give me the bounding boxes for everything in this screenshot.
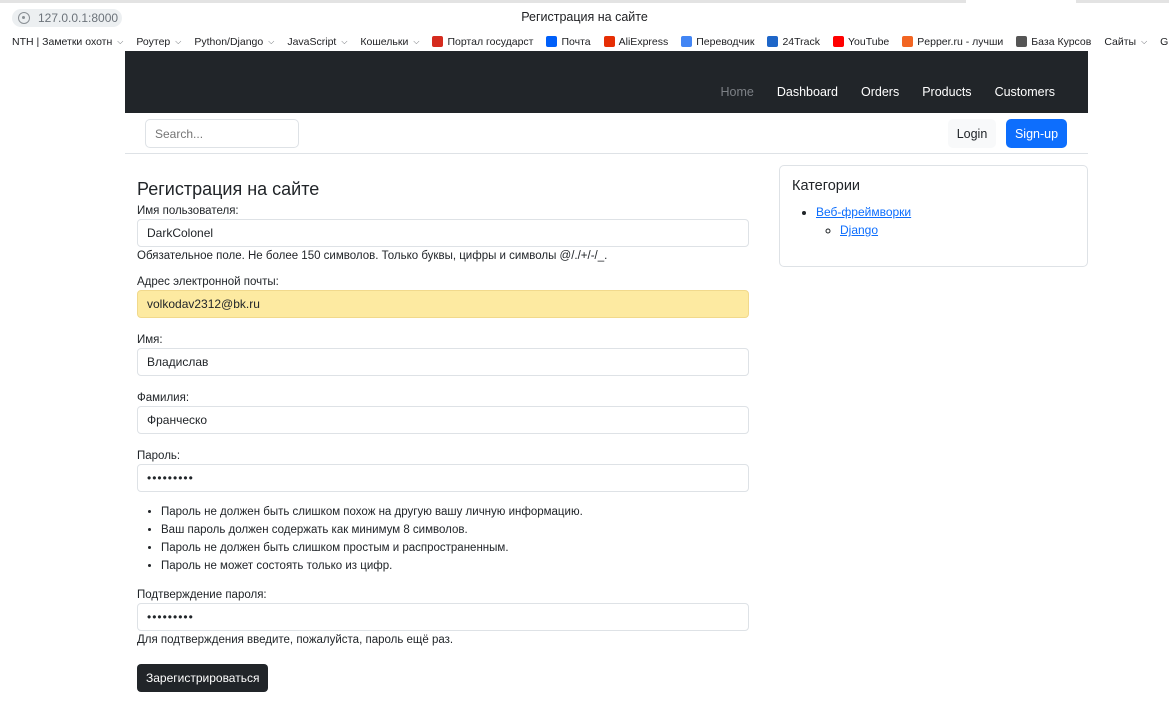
chevron-down-icon: ⌵ [175, 36, 182, 46]
subcategory-link[interactable]: Django [840, 223, 878, 237]
chevron-down-icon: ⌵ [268, 36, 275, 46]
bookmark-label: База Курсов [1031, 35, 1092, 48]
bookmark-label: AliExpress [618, 35, 669, 48]
password-rules: Пароль не должен быть слишком похож на д… [161, 503, 749, 575]
password-rule: Пароль не должен быть слишком похож на д… [161, 503, 749, 521]
registration-form: Регистрация на сайте Имя пользователя: D… [137, 179, 749, 692]
bookmark-label: Портал государст [447, 35, 534, 48]
bookmark-item[interactable]: AliExpress [603, 35, 669, 48]
bookmark-label: Переводчик [696, 35, 755, 48]
bookmark-folder[interactable]: Роутер ⌵ [136, 36, 181, 48]
last-name-label: Фамилия: [137, 392, 190, 404]
subcategories-list: Django [840, 221, 1075, 239]
password-rule: Пароль не должен быть слишком простым и … [161, 539, 749, 557]
bookmark-favicon-icon [432, 36, 444, 47]
password-rule: Ваш пароль должен содержать как минимум … [161, 521, 749, 539]
login-button[interactable]: Login [948, 119, 996, 148]
chevron-down-icon: ⌵ [341, 36, 348, 46]
bookmark-folder[interactable]: Кошельки ⌵ [360, 36, 419, 48]
search-input[interactable] [145, 119, 299, 148]
site: Home Dashboard Orders Products Customers… [125, 51, 1088, 692]
bookmarks-bar: NTH | Заметки охотн ⌵ Роутер ⌵ Python/Django… [0, 32, 1169, 51]
chevron-down-icon: ⌵ [1141, 36, 1148, 46]
username-field[interactable]: DarkColonel [137, 219, 749, 247]
last-name-field[interactable]: Франческо [137, 406, 749, 434]
category-link[interactable]: Веб-фреймворки [816, 205, 911, 219]
bookmark-favicon-icon [546, 36, 558, 47]
tab-title: Регистрация на сайте [521, 10, 648, 24]
nav-home[interactable]: Home [721, 85, 754, 99]
password-label: Пароль: [137, 450, 181, 462]
page-title: Регистрация на сайте [137, 179, 320, 199]
nav-orders[interactable]: Orders [861, 85, 899, 99]
chevron-down-icon: ⌵ [413, 36, 420, 46]
email-label: Адрес электронной почты: [137, 276, 279, 288]
categories-card: Категории Веб-фреймворки Django [779, 165, 1088, 267]
bookmark-label: YouTube [848, 35, 890, 48]
password-confirm-label: Подтверждение пароля: [137, 589, 267, 601]
password-confirm-field[interactable]: ••••••••• [137, 603, 749, 631]
password-field[interactable]: ••••••••• [137, 464, 749, 492]
register-button[interactable]: Зарегистрироваться [137, 664, 269, 692]
bookmark-item[interactable]: 24Track [767, 36, 820, 48]
bookmark-label: Сайты [1104, 35, 1137, 48]
bookmark-label: Кошельки [360, 35, 409, 48]
navbar: Home Dashboard Orders Products Customers [125, 51, 1088, 113]
bookmark-label: Python/Django [194, 35, 264, 48]
bookmark-item[interactable]: Портал государст [432, 36, 533, 48]
email-field[interactable]: volkodav2312@bk.ru [137, 290, 749, 318]
bookmark-label: GitHub [1160, 35, 1169, 48]
bookmark-item[interactable]: YouTube [833, 36, 889, 48]
bookmark-label: 24Track [782, 35, 820, 48]
bookmark-label: Pepper.ru - лучши [917, 35, 1004, 48]
list-item: Django [840, 221, 1075, 239]
browser-titlebar: 127.0.0.1:8000 Регистрация на сайте [0, 0, 1169, 32]
bookmark-favicon-icon [767, 36, 779, 47]
bookmark-item[interactable]: База Курсов [1016, 36, 1091, 48]
bookmark-folder[interactable]: GitHub⌵ [1160, 36, 1169, 48]
nav-customers[interactable]: Customers [995, 85, 1055, 99]
bookmark-folder[interactable]: Сайты ⌵ [1104, 36, 1147, 48]
bookmark-label: Роутер [136, 35, 171, 48]
username-help: Обязательное поле. Не более 150 символов… [137, 250, 608, 262]
bookmark-favicon-icon [603, 36, 615, 47]
nav-dashboard[interactable]: Dashboard [777, 85, 838, 99]
tab-strip-line [0, 0, 1169, 3]
bookmark-folder[interactable]: NTH | Заметки охотн ⌵ [12, 36, 123, 48]
search-bar-row: Login Sign-up [125, 113, 1088, 154]
categories-list: Веб-фреймворки Django [816, 203, 1075, 239]
bookmark-item[interactable]: Pepper.ru - лучши [902, 36, 1003, 48]
first-name-field[interactable]: Владислав [137, 348, 749, 376]
bookmark-favicon-icon [681, 36, 693, 47]
bookmark-label: NTH | Заметки охотн [12, 35, 113, 48]
first-name-label: Имя: [137, 334, 163, 346]
bookmark-favicon-icon [1016, 36, 1028, 47]
nav-products[interactable]: Products [922, 85, 971, 99]
bookmark-folder[interactable]: JavaScript ⌵ [287, 36, 347, 48]
bookmark-item[interactable]: Переводчик [681, 36, 754, 48]
password-confirm-help: Для подтверждения введите, пожалуйста, п… [137, 634, 454, 646]
bookmark-favicon-icon [902, 36, 914, 47]
categories-title: Категории [792, 178, 861, 194]
list-item: Веб-фреймворки Django [816, 203, 1075, 239]
bookmark-favicon-icon [833, 36, 844, 47]
username-label: Имя пользователя: [137, 205, 239, 217]
bookmark-label: Почта [561, 35, 591, 48]
chevron-down-icon: ⌵ [117, 36, 124, 46]
bookmark-item[interactable]: Почта [546, 35, 591, 48]
bookmark-folder[interactable]: Python/Django ⌵ [194, 36, 274, 48]
password-rule: Пароль не может состоять только из цифр. [161, 557, 749, 575]
bookmark-label: JavaScript [287, 35, 337, 48]
signup-button[interactable]: Sign-up [1006, 119, 1067, 148]
